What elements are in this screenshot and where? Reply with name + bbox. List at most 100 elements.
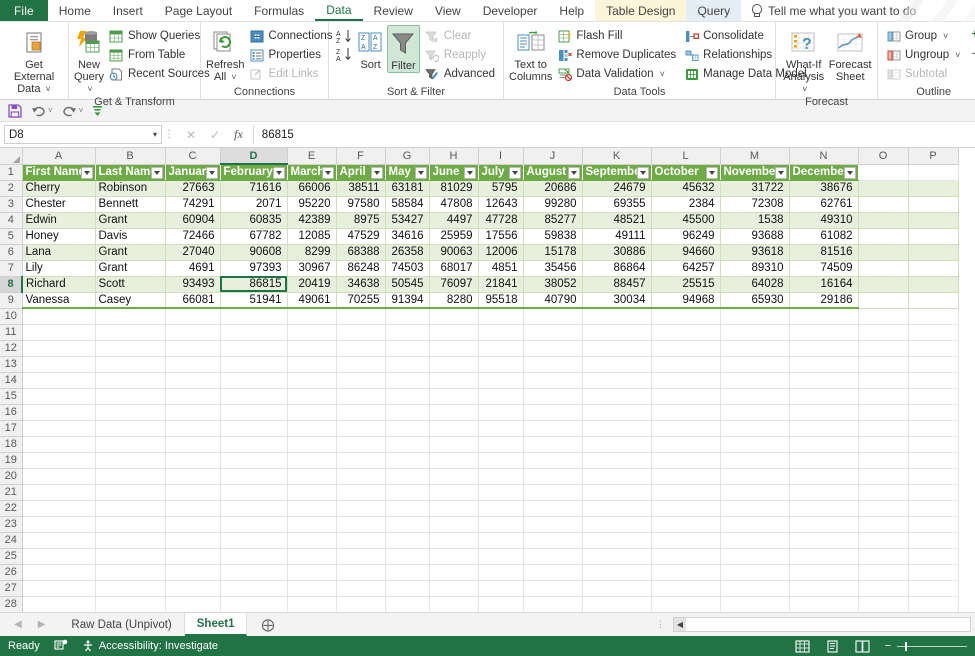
table-column-header[interactable]: February [220, 164, 288, 181]
table-cell[interactable]: Grant [95, 260, 166, 277]
tab-query[interactable]: Query [686, 0, 742, 21]
grid-cell[interactable] [385, 596, 430, 612]
table-cell[interactable]: Lana [22, 244, 96, 261]
forecast-sheet-button[interactable]: Forecast Sheet [828, 25, 872, 83]
grid-cell[interactable] [858, 436, 909, 453]
grid-cell[interactable] [336, 388, 386, 405]
column-header-O[interactable]: O [858, 148, 909, 165]
table-cell[interactable]: 74503 [385, 260, 430, 277]
grid-cell[interactable] [287, 580, 337, 597]
grid-cell[interactable] [789, 404, 859, 421]
ungroup-chevron-down-icon[interactable]: ˅ [955, 50, 960, 60]
grid-cell[interactable] [523, 532, 583, 549]
table-cell[interactable]: 91394 [385, 292, 430, 309]
grid-cell[interactable] [287, 340, 337, 357]
grid-cell[interactable] [385, 372, 430, 389]
grid-cell[interactable] [220, 388, 288, 405]
grid-cell[interactable] [908, 276, 959, 293]
table-cell[interactable]: 64028 [720, 276, 790, 293]
grid-cell[interactable] [385, 388, 430, 405]
table-cell[interactable]: 42389 [287, 212, 337, 229]
tab-table-design[interactable]: Table Design [595, 0, 687, 21]
filter-dropdown-icon[interactable] [843, 166, 856, 179]
column-header-H[interactable]: H [429, 148, 479, 165]
grid-cell[interactable] [22, 324, 96, 341]
grid-cell[interactable] [22, 404, 96, 421]
grid-cell[interactable] [336, 484, 386, 501]
grid-cell[interactable] [165, 452, 221, 469]
grid-cell[interactable] [287, 372, 337, 389]
data-validation-chevron-down-icon[interactable]: ˅ [660, 69, 665, 79]
grid-cell[interactable] [385, 468, 430, 485]
grid-cell[interactable] [789, 452, 859, 469]
grid-cell[interactable] [523, 340, 583, 357]
table-cell[interactable]: Grant [95, 244, 166, 261]
save-icon[interactable] [8, 103, 22, 118]
row-header-5[interactable]: 5 [0, 228, 23, 245]
grid-cell[interactable] [720, 580, 790, 597]
grid-cell[interactable] [429, 580, 479, 597]
grid-cell[interactable] [287, 468, 337, 485]
grid-cell[interactable] [95, 452, 166, 469]
grid-cell[interactable] [95, 516, 166, 533]
grid-cell[interactable] [287, 596, 337, 612]
table-cell[interactable]: 88457 [582, 276, 652, 293]
grid-cell[interactable] [165, 308, 221, 325]
grid-cell[interactable] [858, 180, 909, 197]
grid-cell[interactable] [22, 436, 96, 453]
grid-cell[interactable] [165, 324, 221, 341]
row-header-13[interactable]: 13 [0, 356, 23, 373]
grid-cell[interactable] [385, 324, 430, 341]
table-column-header[interactable]: October [651, 164, 721, 181]
table-cell[interactable]: 31722 [720, 180, 790, 197]
grid-cell[interactable] [336, 596, 386, 612]
table-cell[interactable]: 63181 [385, 180, 430, 197]
table-cell[interactable]: 93618 [720, 244, 790, 261]
grid-cell[interactable] [651, 516, 721, 533]
filter-dropdown-icon[interactable] [150, 166, 163, 179]
table-cell[interactable]: 99280 [523, 196, 583, 213]
table-cell[interactable]: Edwin [22, 212, 96, 229]
grid-cell[interactable] [523, 452, 583, 469]
table-column-header[interactable]: September [582, 164, 652, 181]
zoom-track[interactable] [897, 641, 967, 651]
tab-data[interactable]: Data [315, 0, 363, 21]
grid-cell[interactable] [22, 532, 96, 549]
grid-cell[interactable] [385, 436, 430, 453]
grid-cell[interactable] [287, 388, 337, 405]
table-cell[interactable]: 30034 [582, 292, 652, 309]
grid-cell[interactable] [858, 228, 909, 245]
advanced-filter-button[interactable]: Advanced [422, 65, 498, 83]
grid-cell[interactable] [908, 420, 959, 437]
table-cell[interactable]: 65930 [720, 292, 790, 309]
grid-cell[interactable] [478, 580, 524, 597]
table-cell[interactable]: Scott [95, 276, 166, 293]
grid-cell[interactable] [287, 324, 337, 341]
grid-cell[interactable] [336, 580, 386, 597]
table-cell[interactable]: 2071 [220, 196, 288, 213]
table-cell[interactable]: 8299 [287, 244, 337, 261]
table-cell[interactable]: 4691 [165, 260, 221, 277]
grid-cell[interactable] [429, 532, 479, 549]
grid-cell[interactable] [582, 340, 652, 357]
table-cell[interactable]: 59838 [523, 228, 583, 245]
row-header-16[interactable]: 16 [0, 404, 23, 421]
accessibility-status[interactable]: Accessibility: Investigate [82, 640, 218, 652]
grid-cell[interactable] [336, 532, 386, 549]
grid-cell[interactable] [789, 356, 859, 373]
zoom-knob[interactable] [905, 641, 907, 651]
scrollbar-grip[interactable]: ⋮ [656, 619, 665, 630]
grid-cell[interactable] [858, 212, 909, 229]
grid-cell[interactable] [22, 500, 96, 517]
grid-cell[interactable] [908, 324, 959, 341]
table-cell[interactable]: 76097 [429, 276, 479, 293]
grid-cell[interactable] [220, 340, 288, 357]
new-query-chevron-down-icon[interactable]: ˅ [87, 84, 92, 94]
table-cell[interactable]: 49111 [582, 228, 652, 245]
grid-cell[interactable] [478, 388, 524, 405]
grid-cell[interactable] [429, 340, 479, 357]
column-header-G[interactable]: G [385, 148, 430, 165]
grid-cell[interactable] [523, 580, 583, 597]
table-cell[interactable]: 58584 [385, 196, 430, 213]
filter-dropdown-icon[interactable] [463, 166, 476, 179]
